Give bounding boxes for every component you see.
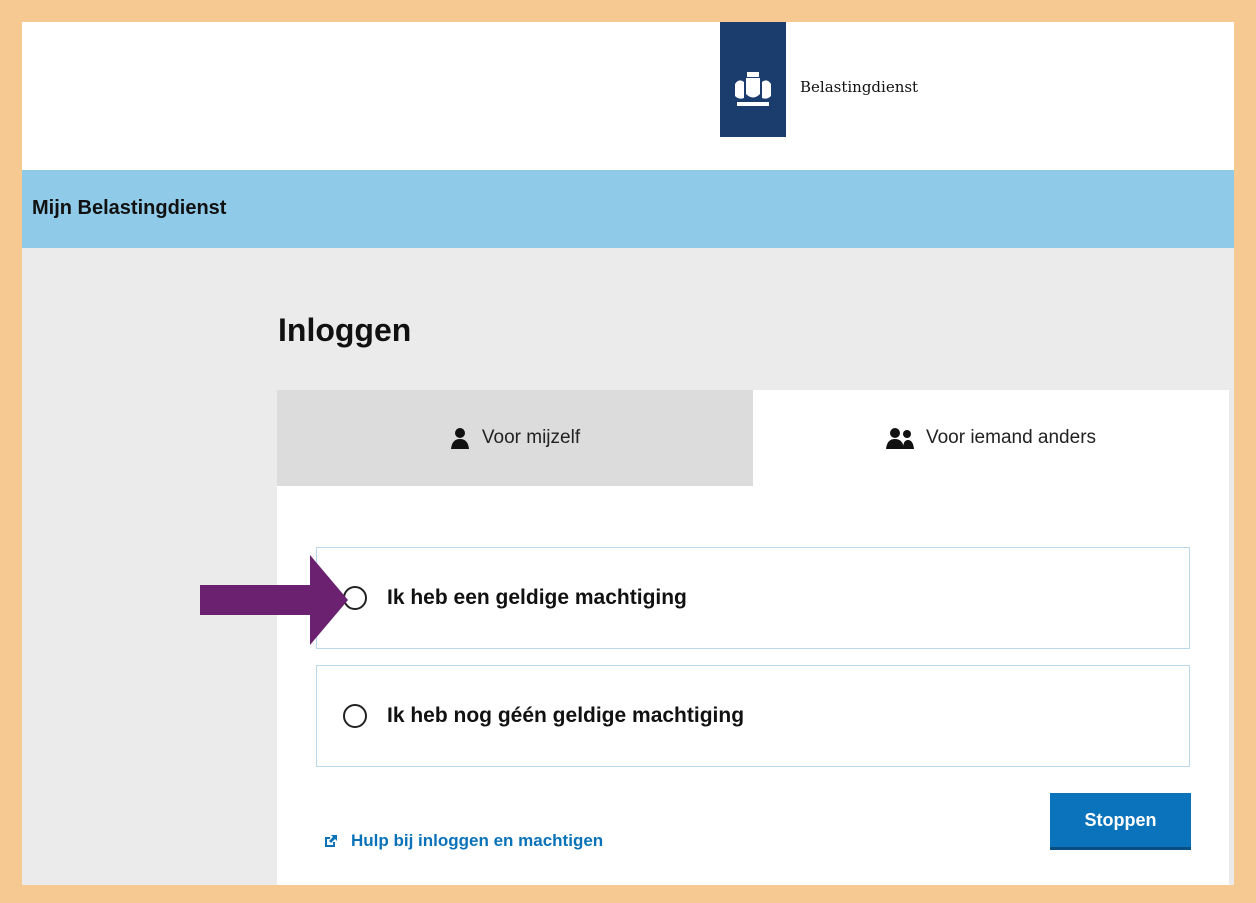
logo[interactable]	[720, 22, 786, 137]
coat-of-arms-icon	[735, 72, 771, 106]
page-frame: Belastingdienst Mijn Belastingdienst Inl…	[22, 22, 1234, 885]
tab-label: Voor iemand anders	[925, 427, 1097, 448]
brand-name: Belastingdienst	[800, 78, 919, 96]
stop-button[interactable]: Stoppen	[1050, 793, 1191, 850]
page-title: Inloggen	[278, 312, 412, 348]
option-geldige-machtiging[interactable]: Ik heb een geldige machtiging	[316, 547, 1190, 649]
tab-label: Voor mijzelf	[481, 427, 581, 448]
help-link[interactable]: Hulp bij inloggen en machtigen	[324, 831, 603, 851]
external-link-icon	[325, 834, 337, 847]
option-label: Ik heb een geldige machtiging	[387, 586, 687, 609]
purple-arrow-icon	[200, 555, 348, 645]
tab-voor-iemand-anders[interactable]: Voor iemand anders	[753, 390, 1229, 486]
login-card: Voor mijzelf Voor iemand anders Ik heb e…	[277, 390, 1229, 885]
option-geen-machtiging[interactable]: Ik heb nog géén geldige machtiging	[316, 665, 1190, 767]
tab-voor-mijzelf[interactable]: Voor mijzelf	[277, 390, 753, 486]
person-icon	[450, 428, 469, 449]
people-icon	[885, 428, 914, 449]
top-header: Belastingdienst	[22, 22, 1234, 170]
radio-button[interactable]	[343, 704, 367, 728]
nav-bar: Mijn Belastingdienst	[22, 170, 1234, 248]
option-label: Ik heb nog géén geldige machtiging	[387, 704, 745, 727]
nav-title[interactable]: Mijn Belastingdienst	[32, 197, 226, 220]
help-link-label: Hulp bij inloggen en machtigen	[351, 831, 604, 850]
